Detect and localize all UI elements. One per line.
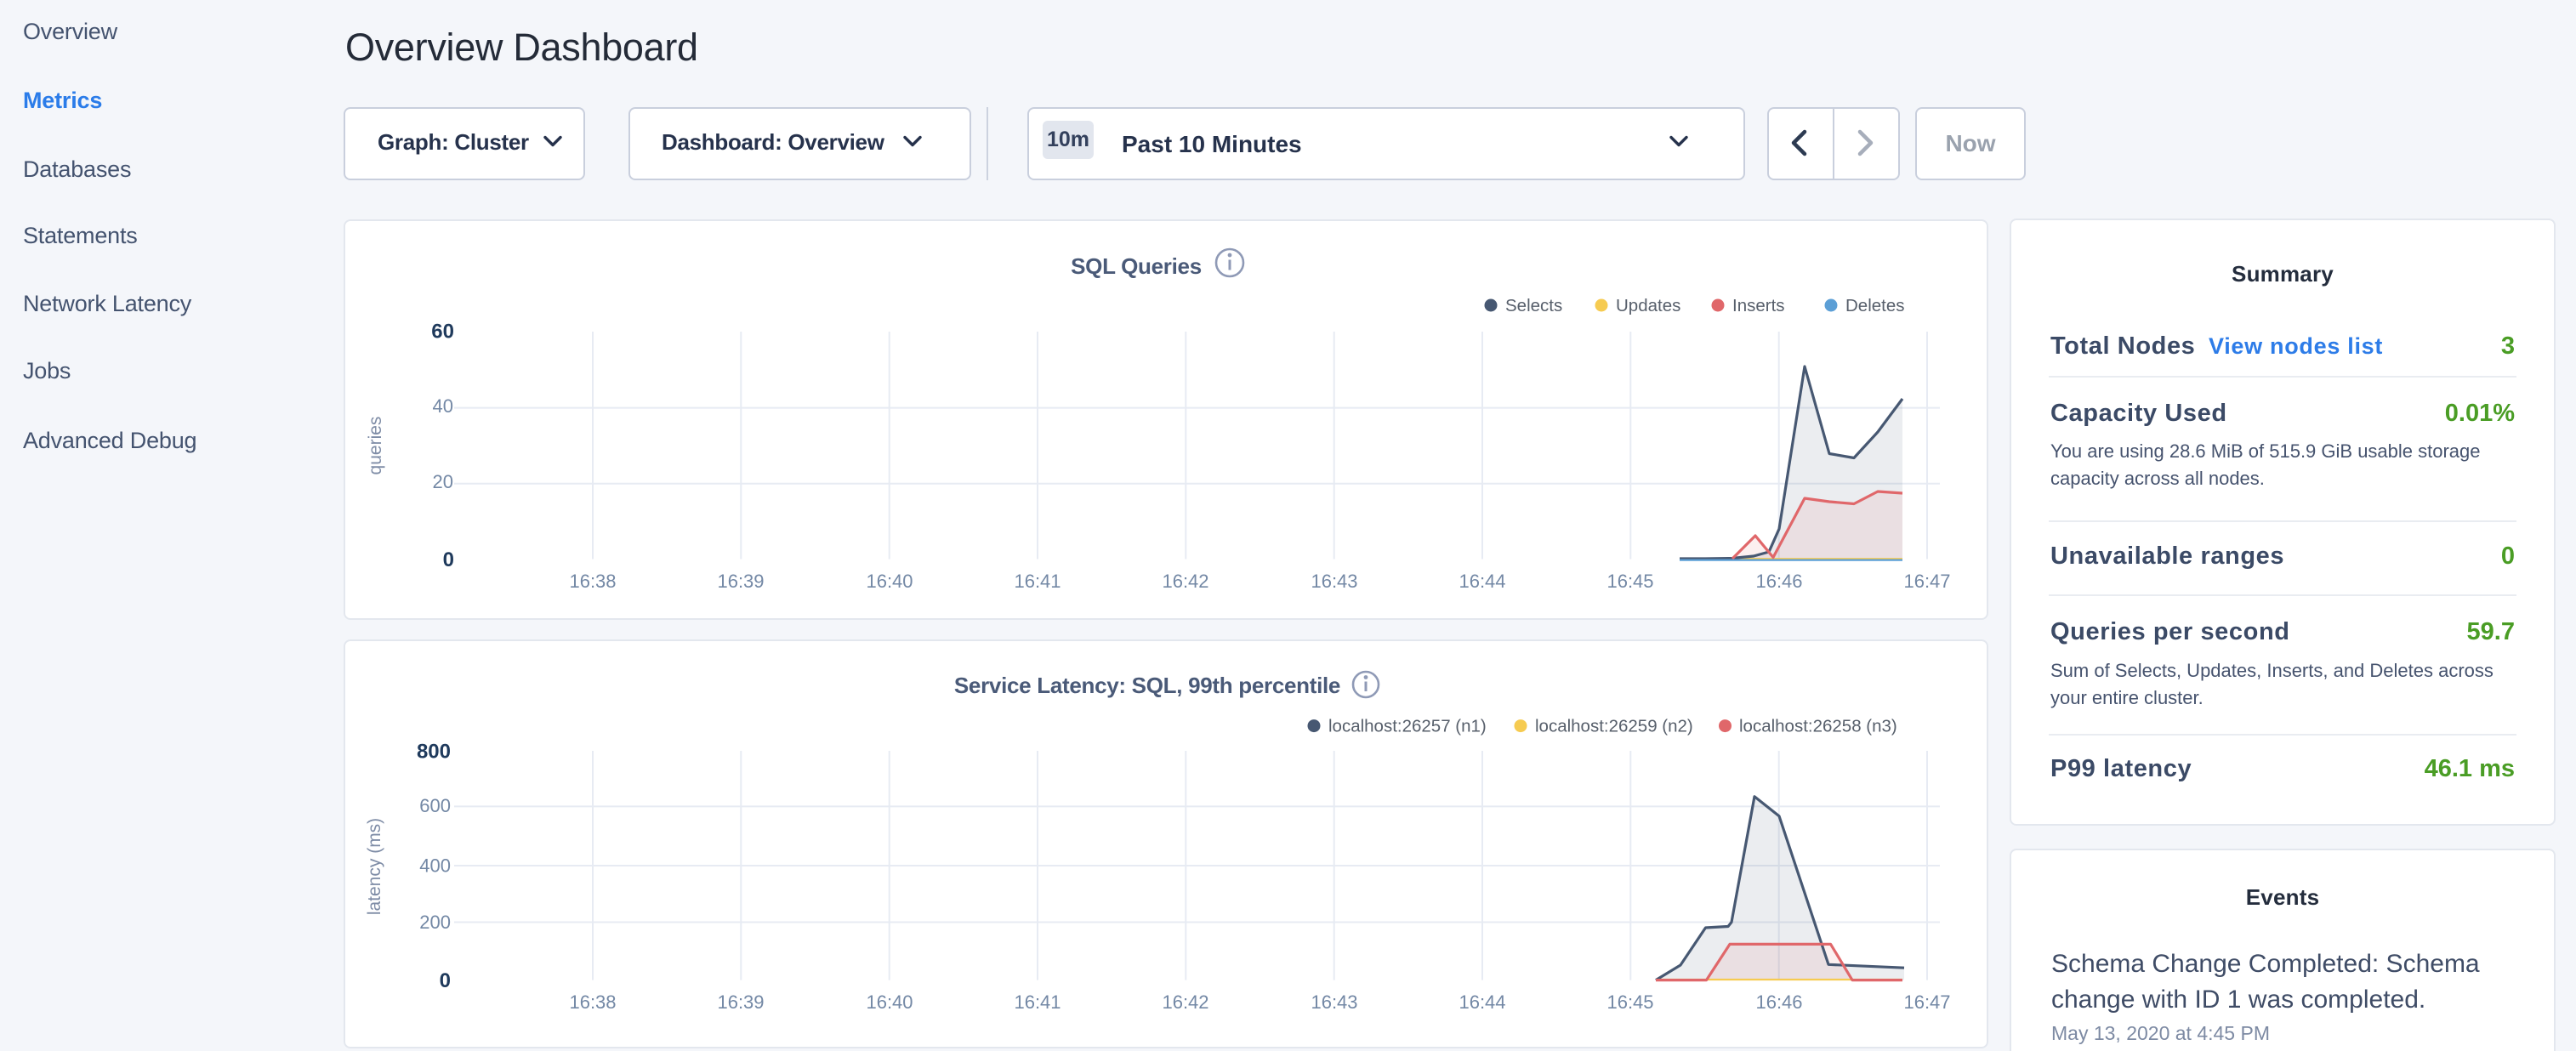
- svg-text:20: 20: [433, 471, 453, 492]
- svg-text:16:38: 16:38: [569, 571, 616, 592]
- svg-text:16:39: 16:39: [717, 991, 764, 1013]
- svg-text:latency (ms): latency (ms): [365, 818, 384, 915]
- svg-text:Inserts: Inserts: [1732, 296, 1785, 315]
- svg-text:16:43: 16:43: [1311, 571, 1357, 592]
- svg-text:400: 400: [419, 855, 451, 877]
- svg-text:60: 60: [431, 321, 454, 344]
- svg-text:16:46: 16:46: [1755, 571, 1802, 592]
- svg-text:16:44: 16:44: [1459, 991, 1505, 1013]
- svg-text:16:40: 16:40: [866, 991, 913, 1013]
- svg-text:16:42: 16:42: [1162, 571, 1208, 592]
- svg-text:200: 200: [419, 912, 451, 933]
- svg-text:40: 40: [433, 395, 453, 417]
- svg-text:queries: queries: [366, 417, 385, 475]
- svg-text:0: 0: [443, 548, 454, 571]
- svg-text:localhost:26257 (n1): localhost:26257 (n1): [1328, 717, 1487, 736]
- svg-text:16:41: 16:41: [1014, 571, 1061, 592]
- svg-text:16:44: 16:44: [1459, 571, 1505, 592]
- svg-text:Deletes: Deletes: [1845, 296, 1905, 315]
- svg-text:SQL Queries: SQL Queries: [1071, 253, 1202, 279]
- svg-text:16:45: 16:45: [1606, 991, 1653, 1013]
- svg-text:16:39: 16:39: [717, 571, 764, 592]
- svg-text:16:47: 16:47: [1903, 991, 1950, 1013]
- svg-text:800: 800: [417, 741, 451, 764]
- svg-text:Updates: Updates: [1616, 296, 1680, 315]
- svg-text:16:40: 16:40: [866, 571, 913, 592]
- svg-text:localhost:26258 (n3): localhost:26258 (n3): [1739, 717, 1897, 736]
- svg-text:16:41: 16:41: [1014, 991, 1061, 1013]
- svg-text:localhost:26259 (n2): localhost:26259 (n2): [1535, 717, 1693, 736]
- svg-text:16:45: 16:45: [1606, 571, 1653, 592]
- svg-text:16:43: 16:43: [1311, 991, 1357, 1013]
- svg-text:16:42: 16:42: [1162, 991, 1208, 1013]
- svg-text:600: 600: [419, 795, 451, 816]
- svg-text:16:46: 16:46: [1755, 991, 1802, 1013]
- svg-text:0: 0: [440, 969, 451, 992]
- svg-text:16:38: 16:38: [569, 991, 616, 1013]
- svg-text:Service Latency: SQL, 99th per: Service Latency: SQL, 99th percentile: [954, 673, 1340, 698]
- svg-text:16:47: 16:47: [1903, 571, 1950, 592]
- svg-text:Selects: Selects: [1505, 296, 1562, 315]
